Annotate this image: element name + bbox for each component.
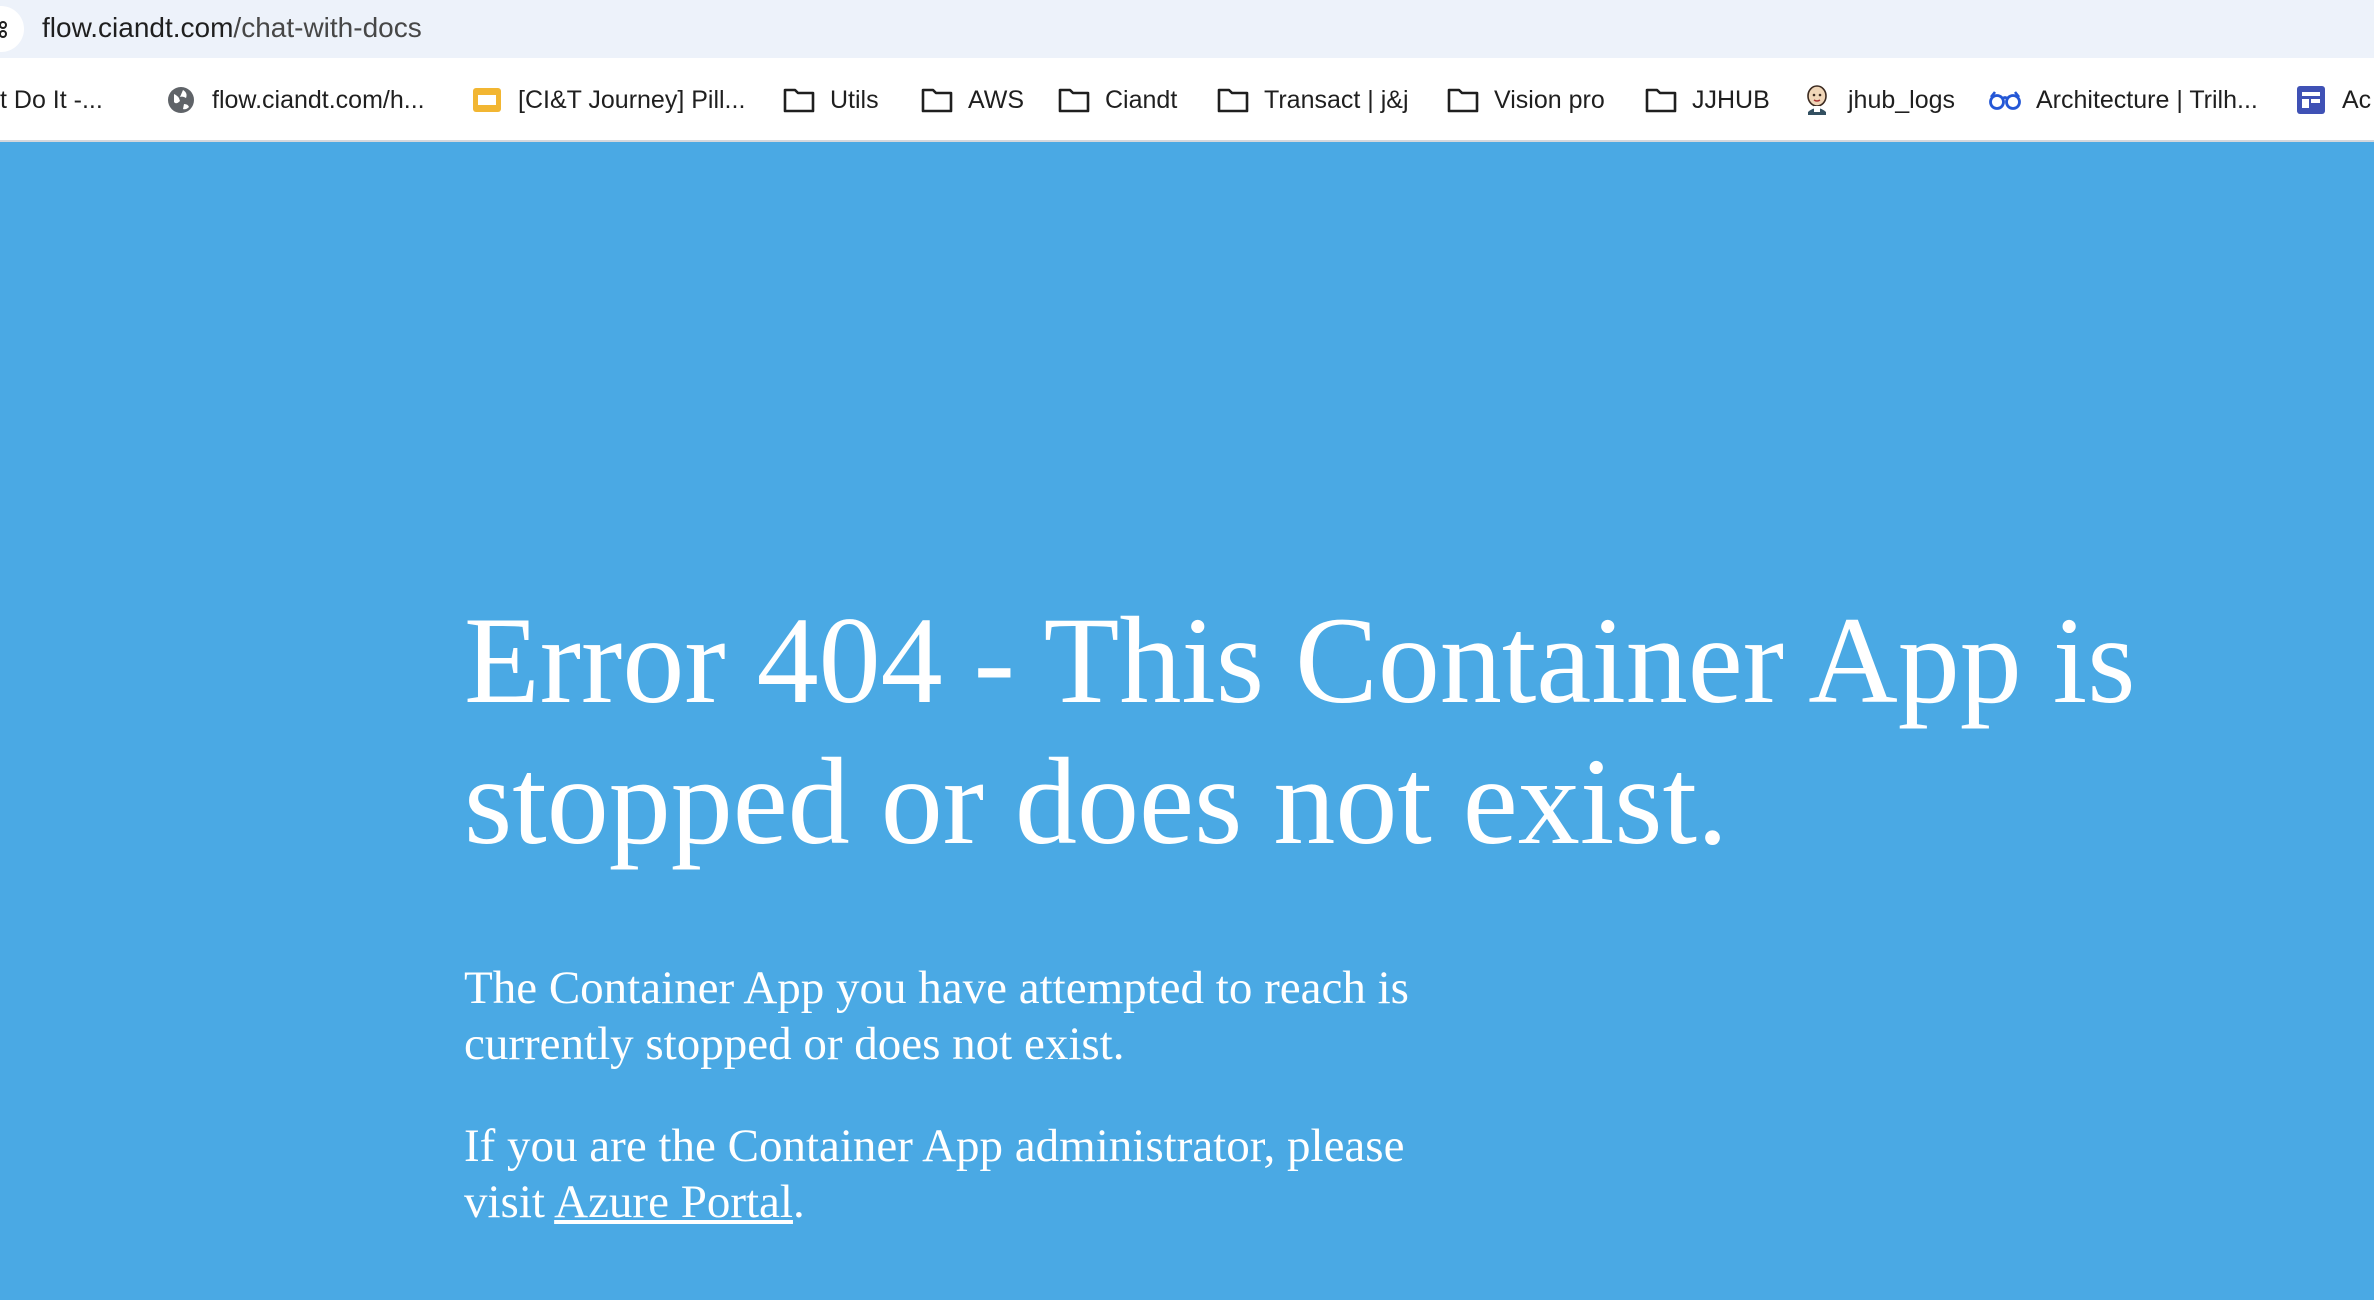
bookmark-label: [CI&T Journey] Pill...: [518, 85, 746, 114]
bookmark-label: jhub_logs: [1848, 85, 1956, 114]
tune-icon: [0, 21, 7, 38]
address-bar[interactable]: flow.ciandt.com/chat-with-docs: [0, 0, 2374, 58]
folder-icon: [1644, 83, 1678, 117]
bookmark-label: JJHUB: [1692, 85, 1770, 114]
bookmark-folder-transact[interactable]: Transact | j&j: [1216, 58, 1409, 142]
site-info-button[interactable]: [0, 6, 24, 52]
slides-icon: [470, 83, 504, 117]
bookmark-ac[interactable]: Ac: [2294, 58, 2371, 142]
bookmark-folder-ciandt[interactable]: Ciandt: [1057, 58, 1177, 142]
bookmark-label: Utils: [830, 85, 879, 114]
globe-icon: [164, 83, 198, 117]
bookmark-do-it[interactable]: t Do It -...: [0, 58, 103, 142]
bookmark-folder-utils[interactable]: Utils: [782, 58, 879, 142]
error-heading: Error 404 - This Container App is stoppe…: [464, 592, 2136, 870]
url-host: flow.ciandt.com: [42, 12, 234, 43]
bookmark-cit-journey[interactable]: [CI&T Journey] Pill...: [470, 58, 745, 142]
error-description: The Container App you have attempted to …: [464, 962, 1409, 1070]
bookmark-architecture[interactable]: Architecture | Trilh...: [1988, 58, 2258, 142]
bookmark-label: t Do It -...: [0, 85, 103, 114]
bookmark-label: Ciandt: [1105, 85, 1178, 114]
folder-icon: [1216, 83, 1250, 117]
url-path: /chat-with-docs: [233, 12, 422, 43]
glasses-icon: [1988, 83, 2022, 117]
bookmark-folder-vision-pro[interactable]: Vision pro: [1446, 58, 1605, 142]
bookmark-label: Transact | j&j: [1264, 85, 1409, 114]
bookmark-folder-aws[interactable]: AWS: [920, 58, 1024, 142]
bookmark-label: Vision pro: [1494, 85, 1605, 114]
admin-instructions-end: .: [792, 1176, 805, 1228]
bookmark-label: flow.ciandt.com/h...: [212, 85, 425, 114]
bookmark-jhub-logs[interactable]: jhub_logs: [1800, 58, 1955, 142]
bookmark-folder-jjhub[interactable]: JJHUB: [1644, 58, 1770, 142]
jenkins-icon: [1800, 83, 1834, 117]
url-text[interactable]: flow.ciandt.com/chat-with-docs: [42, 10, 422, 46]
layout-icon: [2294, 83, 2328, 117]
bookmark-label: Architecture | Trilh...: [2036, 85, 2258, 114]
admin-instructions: If you are the Container App administrat…: [464, 1118, 1474, 1230]
folder-icon: [1057, 83, 1091, 117]
azure-portal-link[interactable]: Azure Portal: [554, 1176, 793, 1228]
bookmarks-bar: t Do It -... flow.ciandt.com/h... [CI&T …: [0, 58, 2374, 142]
bookmark-label: Ac: [2342, 85, 2372, 114]
folder-icon: [1446, 83, 1480, 117]
folder-icon: [920, 83, 954, 117]
folder-icon: [782, 83, 816, 117]
bookmark-flow-ciandt[interactable]: flow.ciandt.com/h...: [164, 58, 425, 142]
bookmark-label: AWS: [968, 85, 1025, 114]
